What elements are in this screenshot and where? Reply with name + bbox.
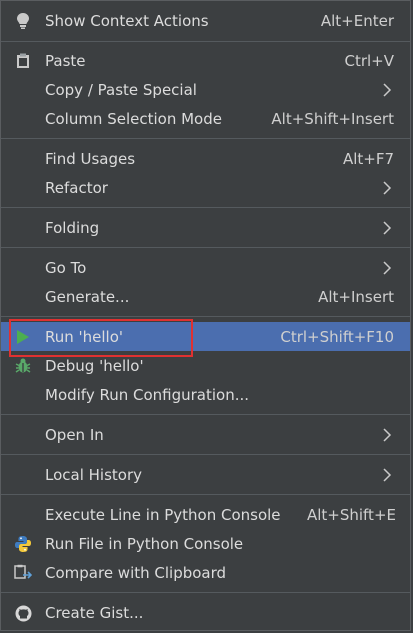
run-icon: [13, 327, 33, 347]
debug-icon: [13, 356, 33, 376]
separator: [1, 247, 410, 248]
menu-item-label: Run 'hello': [45, 327, 124, 346]
separator: [1, 41, 410, 42]
chevron-right-icon: [383, 427, 392, 442]
separator: [1, 454, 410, 455]
menu-item-compare-with-clipboard[interactable]: Compare with Clipboard: [1, 558, 410, 587]
menu-item-label: Execute Line in Python Console: [45, 505, 281, 524]
menu-item-label: Find Usages: [45, 149, 136, 168]
menu-item-shortcut: Ctrl+V: [344, 51, 394, 70]
menu-item-refactor[interactable]: Refactor: [1, 173, 410, 202]
separator: [1, 207, 410, 208]
menu-item-label: Compare with Clipboard: [45, 563, 227, 582]
menu-item-generate[interactable]: Generate... Alt+Insert: [1, 282, 410, 311]
menu-item-folding[interactable]: Folding: [1, 213, 410, 242]
clipboard-icon: [13, 51, 33, 71]
menu-item-label: Generate...: [45, 287, 130, 306]
menu-item-show-context-actions[interactable]: Show Context Actions Alt+Enter: [1, 6, 410, 35]
separator: [1, 592, 410, 593]
menu-item-shortcut: Alt+Enter: [320, 11, 394, 30]
menu-item-paste[interactable]: Paste Ctrl+V: [1, 46, 410, 75]
compare-icon: [13, 563, 33, 583]
separator: [1, 414, 410, 415]
bulb-icon: [13, 11, 33, 31]
separator: [1, 316, 410, 317]
menu-item-run-hello[interactable]: Run 'hello' Ctrl+Shift+F10: [1, 322, 410, 351]
menu-item-label: Show Context Actions: [45, 11, 209, 30]
menu-item-label: Column Selection Mode: [45, 109, 222, 128]
menu-item-label: Local History: [45, 465, 143, 484]
chevron-right-icon: [383, 467, 392, 482]
separator: [1, 494, 410, 495]
context-menu: Show Context Actions Alt+Enter Paste Ctr…: [0, 0, 411, 631]
menu-item-label: Go To: [45, 258, 87, 277]
menu-item-open-in[interactable]: Open In: [1, 420, 410, 449]
menu-item-label: Create Gist...: [45, 603, 144, 622]
menu-item-copy-paste-special[interactable]: Copy / Paste Special: [1, 75, 410, 104]
chevron-right-icon: [383, 260, 392, 275]
menu-item-label: Open In: [45, 425, 104, 444]
chevron-right-icon: [383, 82, 392, 97]
menu-item-shortcut: Alt+Shift+E: [306, 505, 396, 524]
menu-item-execute-line-python-console[interactable]: Execute Line in Python Console Alt+Shift…: [1, 500, 410, 529]
menu-item-column-selection-mode[interactable]: Column Selection Mode Alt+Shift+Insert: [1, 104, 410, 133]
menu-item-modify-run-configuration[interactable]: Modify Run Configuration...: [1, 380, 410, 409]
chevron-right-icon: [383, 220, 392, 235]
menu-item-shortcut: Alt+Shift+Insert: [271, 109, 394, 128]
menu-item-debug-hello[interactable]: Debug 'hello': [1, 351, 410, 380]
menu-item-label: Run File in Python Console: [45, 534, 244, 553]
menu-item-label: Refactor: [45, 178, 108, 197]
menu-item-label: Debug 'hello': [45, 356, 144, 375]
menu-item-shortcut: Alt+F7: [342, 149, 394, 168]
menu-item-label: Folding: [45, 218, 100, 237]
separator: [1, 138, 410, 139]
menu-item-label: Modify Run Configuration...: [45, 385, 250, 404]
menu-item-find-usages[interactable]: Find Usages Alt+F7: [1, 144, 410, 173]
python-icon: [13, 534, 33, 554]
menu-item-run-file-python-console[interactable]: Run File in Python Console: [1, 529, 410, 558]
menu-item-label: Paste: [45, 51, 86, 70]
menu-item-label: Copy / Paste Special: [45, 80, 197, 99]
menu-item-shortcut: Ctrl+Shift+F10: [280, 327, 394, 346]
menu-item-local-history[interactable]: Local History: [1, 460, 410, 489]
chevron-right-icon: [383, 180, 392, 195]
menu-item-create-gist[interactable]: Create Gist...: [1, 598, 410, 627]
menu-item-shortcut: Alt+Insert: [318, 287, 394, 306]
github-icon: [13, 603, 33, 623]
menu-item-go-to[interactable]: Go To: [1, 253, 410, 282]
